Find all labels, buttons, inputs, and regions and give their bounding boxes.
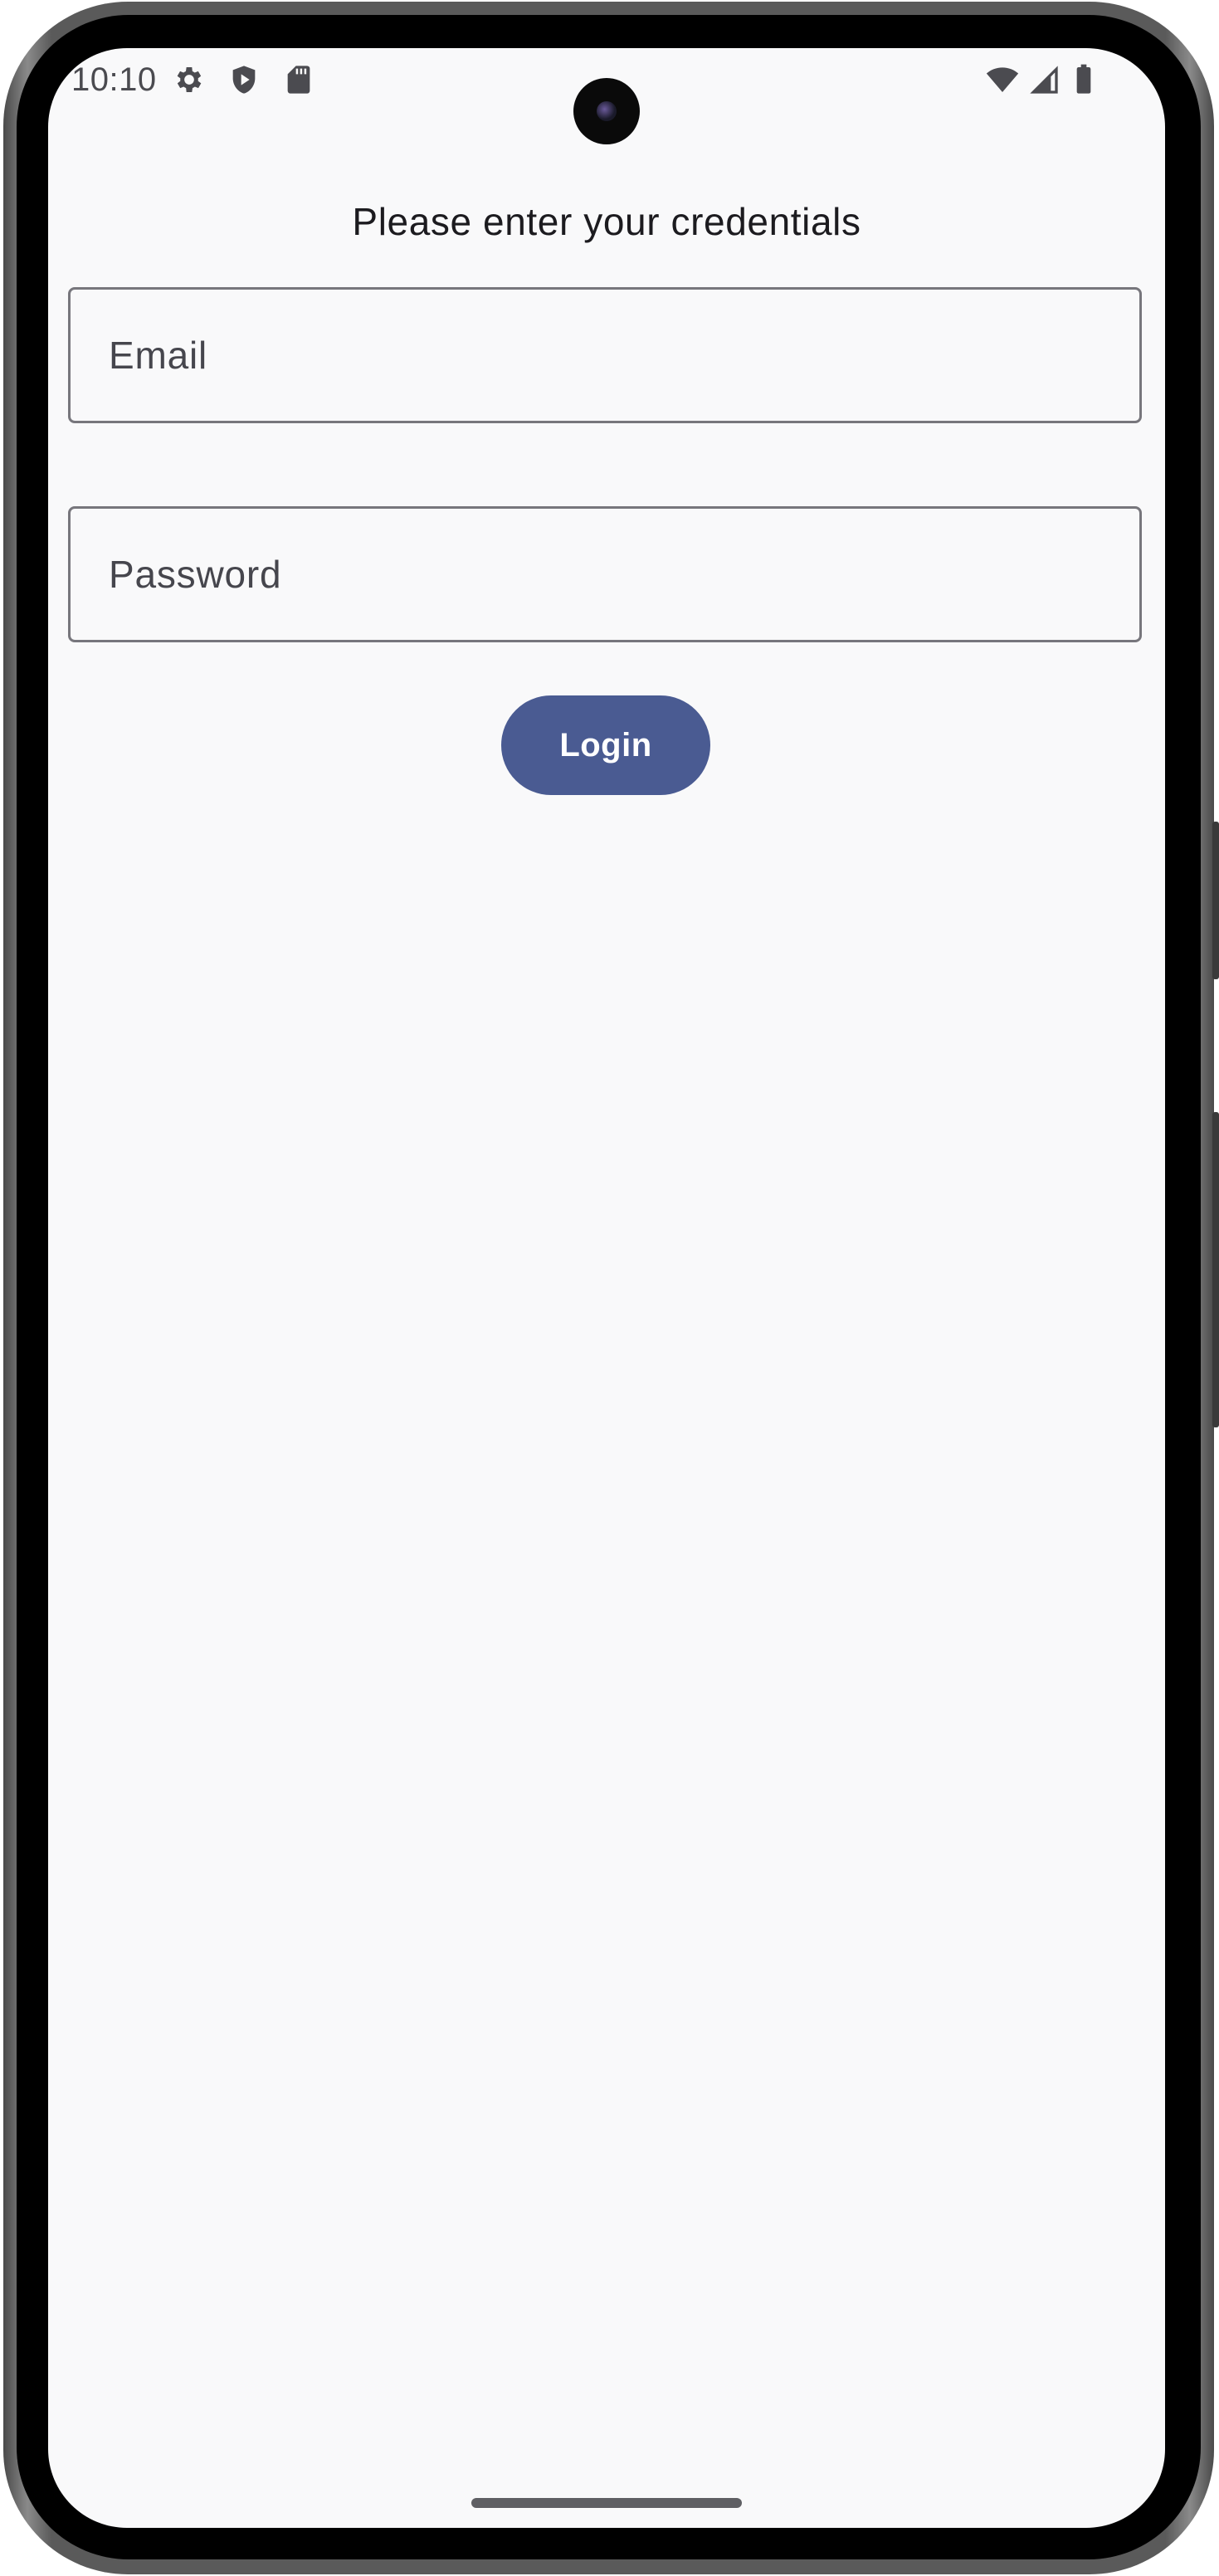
phone-device: 10:10 Please enter your credentials Emai… <box>0 0 1219 2576</box>
shield-play-icon <box>232 66 256 94</box>
wifi-icon <box>986 67 1019 92</box>
page-title: Please enter your credentials <box>352 200 861 243</box>
login-button[interactable]: Login <box>501 695 710 795</box>
sd-card-icon <box>287 66 310 94</box>
email-input[interactable] <box>71 290 1139 421</box>
cellular-signal-icon <box>1030 66 1058 94</box>
volume-button <box>1212 822 1219 979</box>
screen: 10:10 Please enter your credentials Emai… <box>48 48 1165 2528</box>
home-indicator[interactable] <box>471 2498 742 2508</box>
password-field[interactable] <box>68 506 1142 642</box>
front-camera <box>573 78 640 144</box>
password-input[interactable] <box>71 509 1139 640</box>
battery-icon <box>1076 64 1091 94</box>
power-button <box>1212 1112 1219 1427</box>
gear-icon <box>177 67 202 92</box>
status-time: 10:10 <box>71 61 157 98</box>
email-field[interactable] <box>68 287 1142 423</box>
